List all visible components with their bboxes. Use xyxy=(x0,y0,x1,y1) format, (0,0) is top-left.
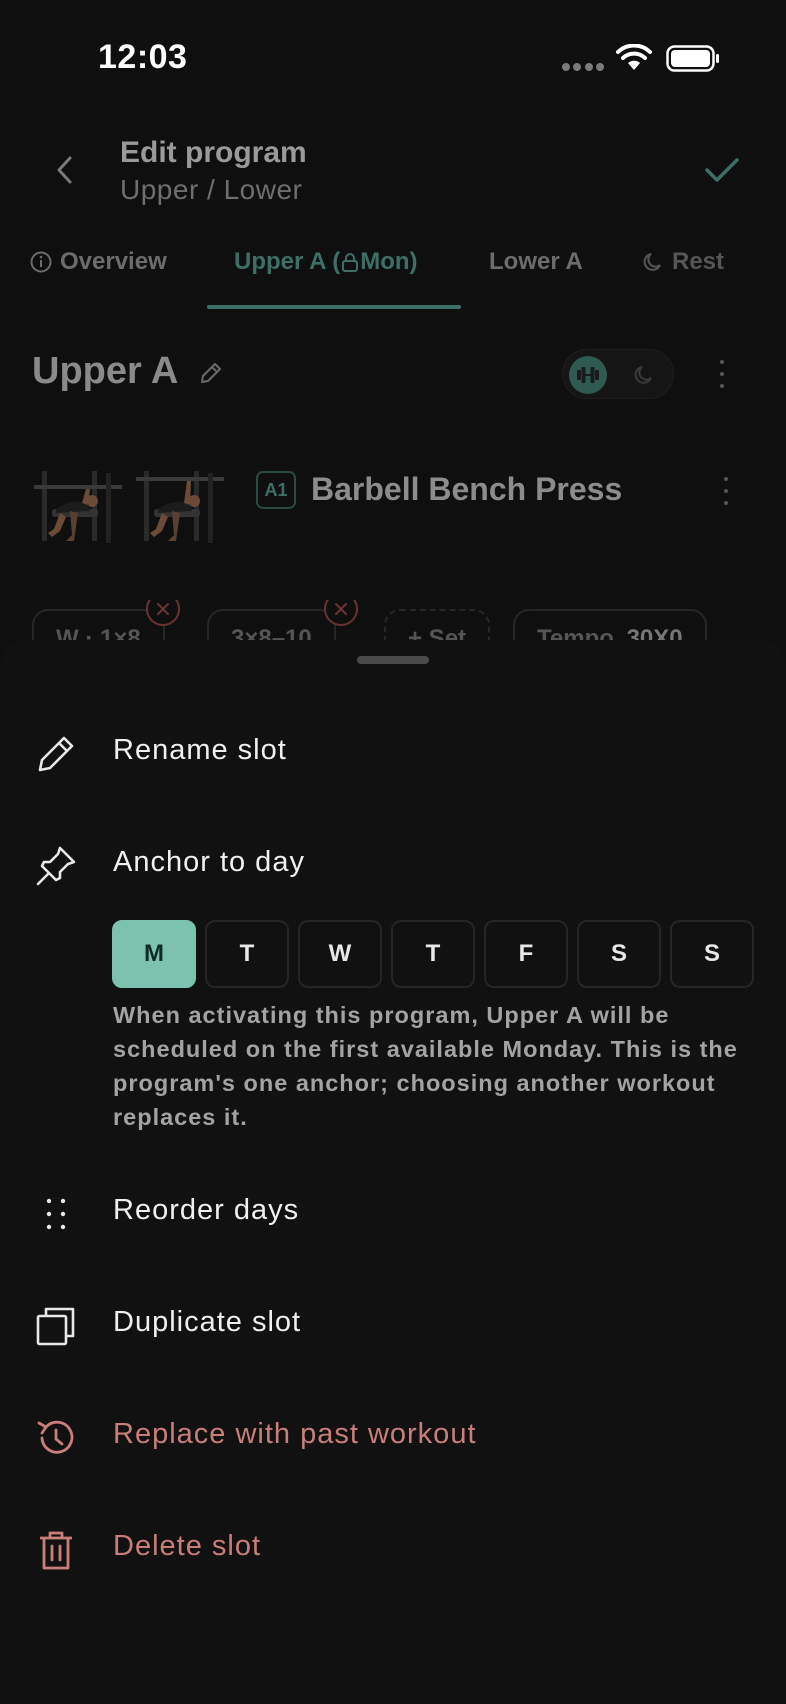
pencil-icon xyxy=(38,736,74,772)
delete-slot-label: Delete slot xyxy=(113,1530,262,1562)
day-saturday[interactable]: S xyxy=(577,920,661,988)
tab-label: Rest xyxy=(672,248,725,275)
trash-icon xyxy=(40,1531,72,1570)
tempo-chip[interactable]: Tempo 30X0 xyxy=(513,609,707,640)
back-button[interactable] xyxy=(44,150,84,190)
warmup-set-chip[interactable]: W · 1×8 xyxy=(32,609,165,640)
duplicate-slot-label: Duplicate slot xyxy=(113,1306,302,1338)
wifi-icon xyxy=(616,44,652,70)
copy-icon xyxy=(36,1307,75,1346)
day-picker: M T W T F S S xyxy=(112,920,754,988)
status-time: 12:03 xyxy=(98,38,188,76)
anchor-to-day-label: Anchor to day xyxy=(113,846,305,878)
dumbbell-icon xyxy=(569,356,607,394)
close-icon xyxy=(335,603,347,615)
tab-label: Lower A xyxy=(489,248,583,275)
exercise-thumbnail xyxy=(136,471,224,543)
more-options-icon[interactable] xyxy=(716,473,736,509)
save-button[interactable] xyxy=(700,148,744,192)
set-chips: W · 1×8 3×8–10 + Set Tempo 30X0 xyxy=(0,600,786,640)
chevron-left-icon xyxy=(57,156,72,184)
exercise-row[interactable]: A1 Barbell Bench Press xyxy=(0,455,786,565)
workout-mode-toggle[interactable] xyxy=(562,349,674,399)
battery-icon xyxy=(666,45,719,72)
tempo-label: Tempo xyxy=(537,625,614,640)
tab-label: Overview xyxy=(60,248,167,275)
rename-slot-item[interactable]: Rename slot xyxy=(0,712,786,792)
anchor-explanation: When activating this program, Upper A wi… xyxy=(113,1002,738,1130)
tab-label: Upper A ( xyxy=(234,248,341,275)
day-sunday[interactable]: S xyxy=(670,920,754,988)
reorder-days-label: Reorder days xyxy=(113,1194,300,1226)
slot-options-sheet: Rename slot Anchor to day M T W T F S S … xyxy=(0,640,786,1704)
lock-icon xyxy=(342,253,359,272)
working-set-chip[interactable]: 3×8–10 xyxy=(207,609,336,640)
drag-handle-icon xyxy=(46,1198,66,1230)
status-bar: 12:03 xyxy=(0,0,786,116)
replace-with-past-workout-item[interactable]: Replace with past workout xyxy=(0,1396,786,1476)
moon-icon xyxy=(634,366,652,384)
app-header: Edit program Upper / Lower xyxy=(0,120,786,220)
exercise-thumbnail xyxy=(34,471,122,543)
add-set-chip[interactable]: + Set xyxy=(384,609,491,640)
tempo-value: 30X0 xyxy=(626,625,683,640)
check-icon xyxy=(705,158,739,182)
cellular-signal-icon xyxy=(562,63,604,71)
pin-icon xyxy=(36,846,76,886)
info-icon xyxy=(30,251,52,273)
day-friday[interactable]: F xyxy=(484,920,568,988)
history-icon xyxy=(37,1420,74,1454)
close-icon xyxy=(157,603,169,615)
tab-rest[interactable]: Rest xyxy=(642,248,724,276)
workout-tabs: Overview Upper A ( Mon ) Lower A Rest xyxy=(0,240,786,312)
delete-slot-item[interactable]: Delete slot xyxy=(0,1508,786,1588)
tab-upper-a[interactable]: Upper A ( Mon ) xyxy=(234,248,418,276)
tab-overview[interactable]: Overview xyxy=(30,248,167,276)
pencil-icon[interactable] xyxy=(196,360,224,388)
anchor-to-day-item: Anchor to day xyxy=(0,824,786,904)
workout-title: Upper A xyxy=(32,350,179,392)
more-options-icon[interactable] xyxy=(710,356,734,392)
remove-set-button[interactable] xyxy=(146,600,180,626)
sheet-grabber[interactable] xyxy=(357,656,429,664)
day-tuesday[interactable]: T xyxy=(205,920,289,988)
replace-with-past-workout-label: Replace with past workout xyxy=(113,1418,477,1450)
rename-slot-label: Rename slot xyxy=(113,734,287,766)
tab-anchor-day: Mon xyxy=(360,248,410,275)
superset-badge: A1 xyxy=(256,471,296,509)
page-title: Edit program xyxy=(120,136,307,169)
tab-lower-a[interactable]: Lower A xyxy=(489,248,583,276)
remove-set-button[interactable] xyxy=(324,600,358,626)
day-monday[interactable]: M xyxy=(112,920,196,988)
tab-label-close: ) xyxy=(409,248,418,275)
day-wednesday[interactable]: W xyxy=(298,920,382,988)
moon-icon xyxy=(643,253,661,271)
program-name: Upper / Lower xyxy=(120,174,303,205)
reorder-days-item[interactable]: Reorder days xyxy=(0,1172,786,1252)
day-thursday[interactable]: T xyxy=(391,920,475,988)
duplicate-slot-item[interactable]: Duplicate slot xyxy=(0,1284,786,1364)
exercise-name: Barbell Bench Press xyxy=(311,471,623,507)
active-tab-indicator xyxy=(207,305,461,309)
